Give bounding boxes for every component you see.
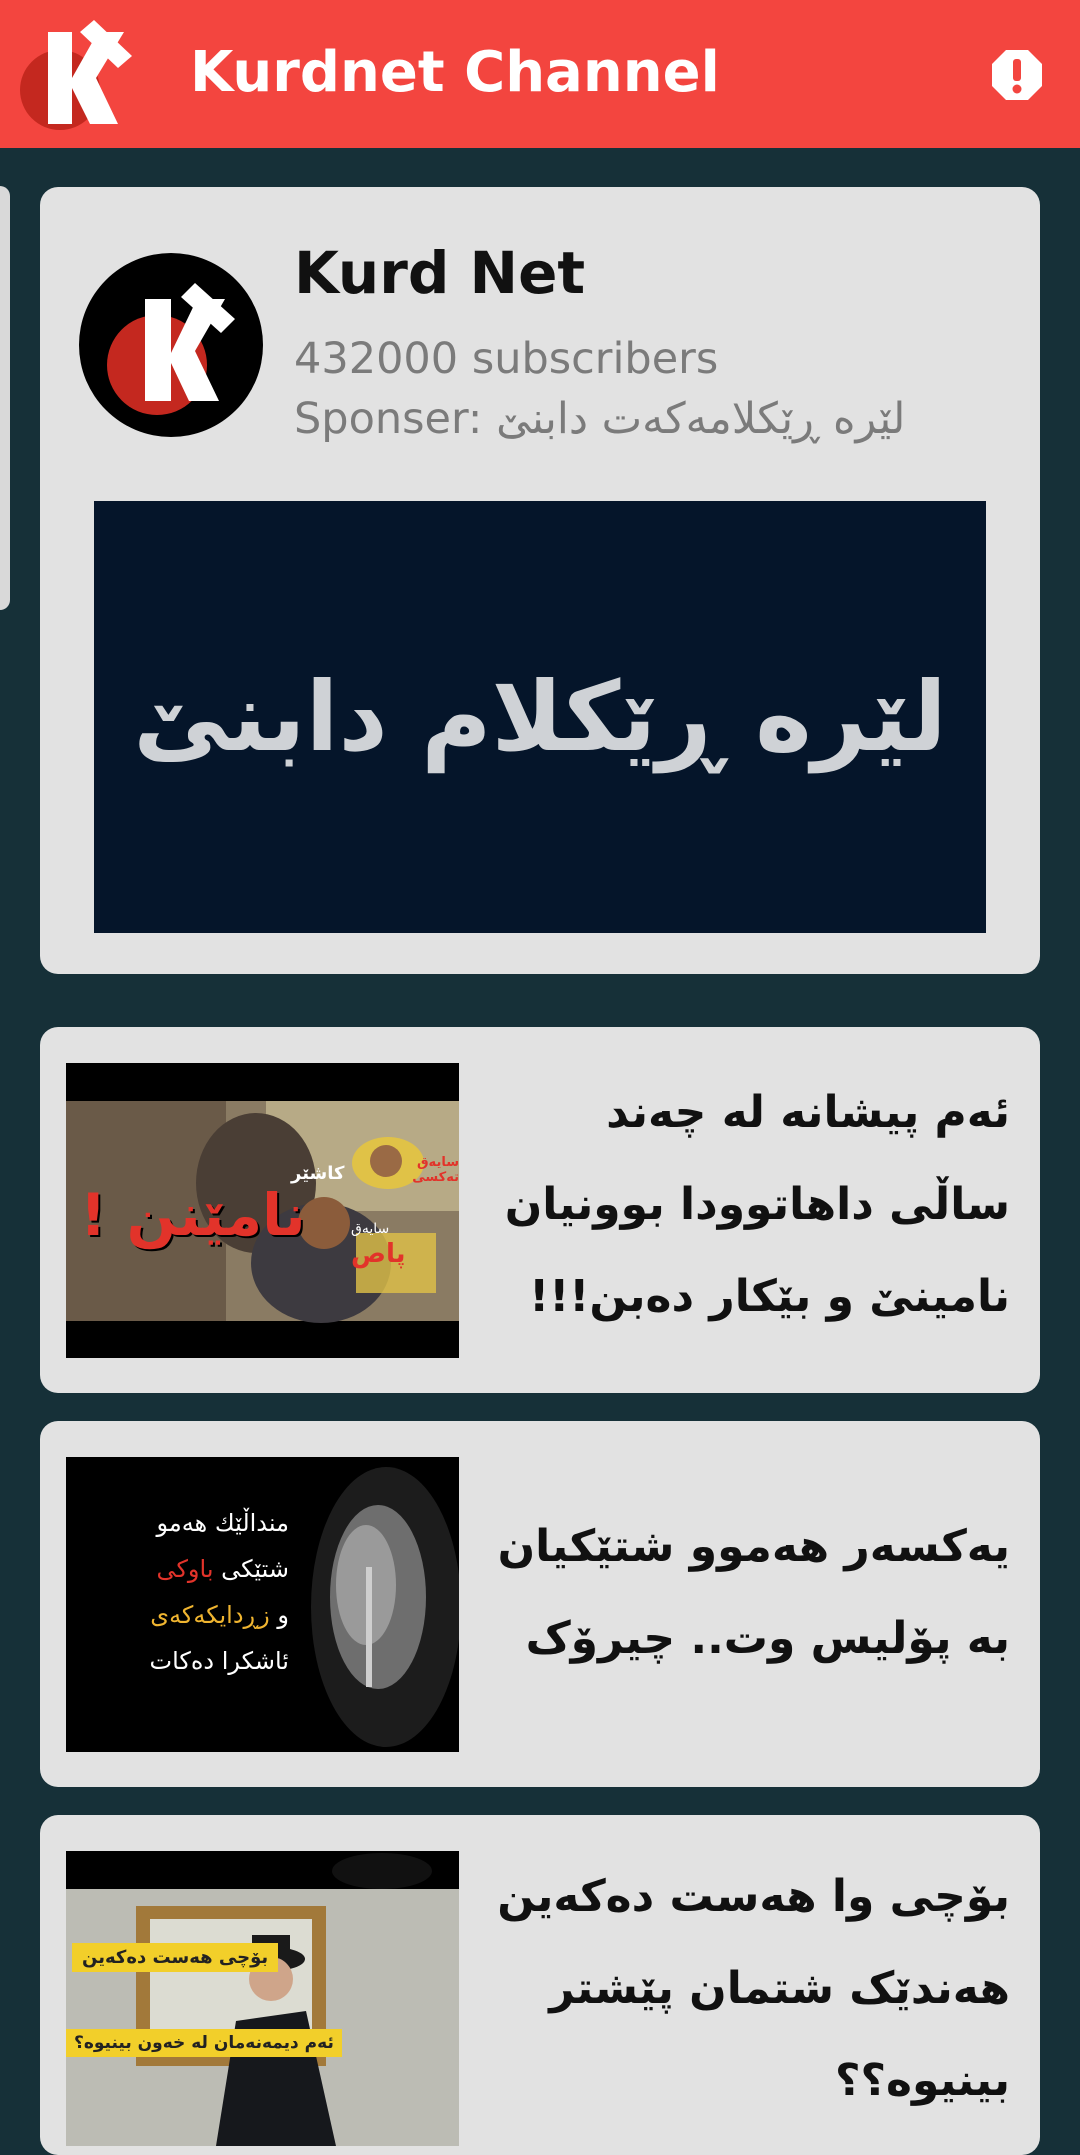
sponsor-banner[interactable]: لێرە ڕێکلام دابنێ — [94, 501, 986, 933]
thumbnail-headline: نامێنن ! — [80, 1181, 306, 1249]
thumbnail-word: زڕدایکەکەی — [150, 1601, 270, 1629]
banner-text: لێرە ڕێکلام دابنێ — [133, 661, 947, 773]
thumbnail-tag: سایەق تەکسی — [412, 1155, 459, 1185]
thumbnail-line: ئاشکرا دەکات — [149, 1647, 290, 1675]
app-bar: Kurdnet Channel — [0, 0, 1080, 148]
subscriber-count: 432000 subscribers — [294, 334, 719, 384]
thumbnail-line: و زڕدایکەکەی — [150, 1601, 289, 1629]
video-thumbnail: نامێنن ! کاشێر سایەق تەکسی سایەق پاص — [66, 1063, 459, 1358]
sponsor-text: Sponser: لێرە ڕێکلامەکەت دابنێ — [294, 394, 906, 444]
thumbnail-tag: بۆچی هەست دەکەین — [72, 1943, 279, 1972]
thumbnail-tag: ئەم دیمەنەمان لە خەون بینیوە؟ — [66, 2029, 342, 2057]
app-title: Kurdnet Channel — [190, 40, 720, 105]
kurdnet-logo — [20, 20, 132, 130]
video-title: یەکسەر هەموو شتێکیان بە پۆلیس وت.. چیرۆک — [497, 1521, 1010, 1664]
video-item[interactable]: نامێنن ! کاشێر سایەق تەکسی سایەق پاص ئەم… — [40, 1027, 1040, 1393]
thumbnail-word: شتێکی — [221, 1555, 289, 1583]
thumbnail-line: شتێکی باوکی — [156, 1555, 289, 1583]
video-title: بۆچی وا هەست دەکەین هەندێک شتمان پێشتر ب… — [497, 1871, 1010, 2106]
thumbnail-tag: سایەق — [351, 1221, 390, 1237]
thumbnail-line: منداڵێك هەمو — [156, 1509, 289, 1537]
video-item[interactable]: منداڵێك هەمو شتێکی باوکی و زڕدایکەکەی ئا… — [40, 1421, 1040, 1787]
alert-octagon-icon[interactable] — [990, 48, 1044, 102]
video-item[interactable]: بۆچی هەست دەکەین ئەم دیمەنەمان لە خەون ب… — [40, 1815, 1040, 2155]
thumbnail-word: و — [277, 1601, 289, 1629]
thumbnail-tag: کاشێر — [291, 1163, 345, 1184]
thumbnail-tag: پاص — [351, 1239, 406, 1269]
video-title: ئەم پیشانە لە چەند ساڵی داهاتوودا بوونیا… — [504, 1087, 1010, 1322]
channel-avatar — [79, 253, 263, 437]
channel-name: Kurd Net — [294, 239, 586, 307]
drawer-handle[interactable] — [0, 186, 10, 610]
video-thumbnail: منداڵێك هەمو شتێکی باوکی و زڕدایکەکەی ئا… — [66, 1457, 459, 1752]
thumbnail-word: باوکی — [156, 1555, 214, 1583]
video-thumbnail: بۆچی هەست دەکەین ئەم دیمەنەمان لە خەون ب… — [66, 1851, 459, 2146]
channel-card: Kurd Net 432000 subscribers Sponser: لێر… — [40, 187, 1040, 974]
